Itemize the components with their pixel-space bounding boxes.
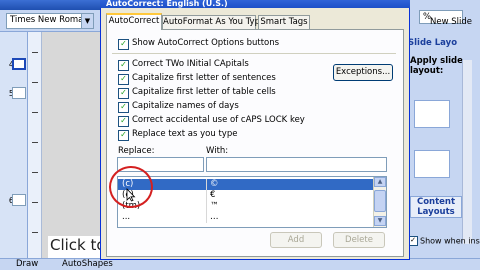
checkmark-icon[interactable]: ✓: [118, 102, 129, 113]
add-button[interactable]: Add: [270, 232, 322, 248]
slide-thumbnail[interactable]: [12, 194, 26, 206]
checkbox-label: Capitalize names of days: [132, 101, 239, 111]
ruler-tick: [32, 82, 38, 83]
ruler-tick: [32, 112, 38, 113]
with-cell: …: [210, 212, 219, 222]
list-item[interactable]: (tm) ™: [118, 201, 374, 212]
autoshapes-menu-button[interactable]: AutoShapes: [62, 259, 113, 269]
slide-canvas: [42, 32, 106, 258]
new-slide-button[interactable]: New Slide: [418, 16, 480, 30]
checkmark-icon[interactable]: ✓: [118, 39, 129, 50]
show-when-insert-label: Show when inser: [420, 236, 480, 246]
replace-as-you-type-checkbox[interactable]: ✓ Replace text as you type: [118, 128, 238, 141]
tab-smart-tags[interactable]: Smart Tags: [258, 15, 310, 29]
checkmark-icon[interactable]: ✓: [118, 130, 129, 141]
slide-placeholder-text[interactable]: Click to: [50, 236, 106, 254]
delete-button[interactable]: Delete: [333, 232, 385, 248]
capitalize-sentences-checkbox[interactable]: ✓ Capitalize first letter of sentences: [118, 72, 276, 85]
checkbox-label: Capitalize first letter of table cells: [132, 87, 276, 97]
exceptions-button[interactable]: Exceptions...: [333, 64, 393, 81]
vertical-ruler: [28, 32, 42, 258]
checkbox-label: Capitalize first letter of sentences: [132, 73, 276, 83]
list-item[interactable]: (c) ©: [118, 179, 374, 190]
dialog-title: AutoCorrect: English (U.S.): [100, 0, 410, 8]
layout-thumbnail[interactable]: [414, 150, 450, 178]
checkmark-icon[interactable]: ✓: [118, 88, 129, 99]
ruler-tick: [32, 202, 38, 203]
ruler-tick: [32, 172, 38, 173]
slide-thumbnail[interactable]: [12, 87, 26, 99]
content-layouts-heading: Content Layouts: [410, 196, 462, 218]
divider: [112, 53, 396, 54]
tab-autocorrect[interactable]: AutoCorrect: [106, 13, 162, 30]
checkmark-icon[interactable]: ✓: [118, 116, 129, 127]
with-input[interactable]: [206, 157, 387, 172]
correct-two-initial-caps-checkbox[interactable]: ✓ Correct TWo INitial CApitals: [118, 58, 249, 71]
layout-thumbnail[interactable]: [414, 100, 450, 128]
slide-thumbnail[interactable]: [12, 58, 26, 70]
capitalize-days-checkbox[interactable]: ✓ Capitalize names of days: [118, 100, 239, 113]
task-pane-scrollbar[interactable]: [462, 60, 472, 244]
with-cell: €: [210, 190, 216, 200]
caps-lock-checkbox[interactable]: ✓ Correct accidental use of cAPS LOCK key: [118, 114, 305, 127]
checkmark-icon[interactable]: ✓: [118, 74, 129, 85]
ruler-tick: [32, 52, 38, 53]
replace-label: Replace:: [118, 146, 155, 156]
task-pane-title[interactable]: Slide Layo: [408, 38, 480, 50]
show-when-insert-option[interactable]: ✓Show when inser: [408, 236, 480, 248]
checkmark-icon[interactable]: ✓: [118, 60, 129, 71]
replacement-list[interactable]: (c)© (e)€ (tm)™ ... …: [117, 176, 387, 228]
draw-menu-button[interactable]: Draw: [16, 259, 38, 269]
with-cell: ©: [210, 179, 219, 189]
chevron-down-icon[interactable]: ▼: [82, 13, 94, 29]
tab-autoformat-as-you-type[interactable]: AutoFormat As You Type: [162, 15, 265, 29]
replace-cell: ...: [122, 212, 131, 222]
font-name-combo[interactable]: Times New Roman: [6, 13, 82, 29]
mouse-pointer-icon: [126, 188, 136, 202]
list-item[interactable]: ... …: [118, 212, 374, 223]
show-options-checkbox[interactable]: ✓ Show AutoCorrect Options buttons: [118, 37, 280, 50]
ruler-tick: [32, 142, 38, 143]
scroll-up-icon[interactable]: ▲: [374, 177, 386, 187]
list-item[interactable]: (e)€: [118, 190, 374, 201]
capitalize-table-cells-checkbox[interactable]: ✓ Capitalize first letter of table cells: [118, 86, 276, 99]
scroll-down-icon[interactable]: ▼: [374, 216, 386, 226]
checkbox-label: Correct accidental use of cAPS LOCK key: [132, 115, 305, 125]
with-label: With:: [206, 146, 229, 156]
with-cell: ™: [210, 201, 219, 211]
checkbox-label: Show AutoCorrect Options buttons: [132, 38, 280, 48]
scrollbar-thumb[interactable]: [374, 190, 386, 212]
checkbox-label: Correct TWo INitial CApitals: [132, 59, 249, 69]
ruler-tick: [32, 232, 38, 233]
checkbox-label: Replace text as you type: [132, 129, 238, 139]
